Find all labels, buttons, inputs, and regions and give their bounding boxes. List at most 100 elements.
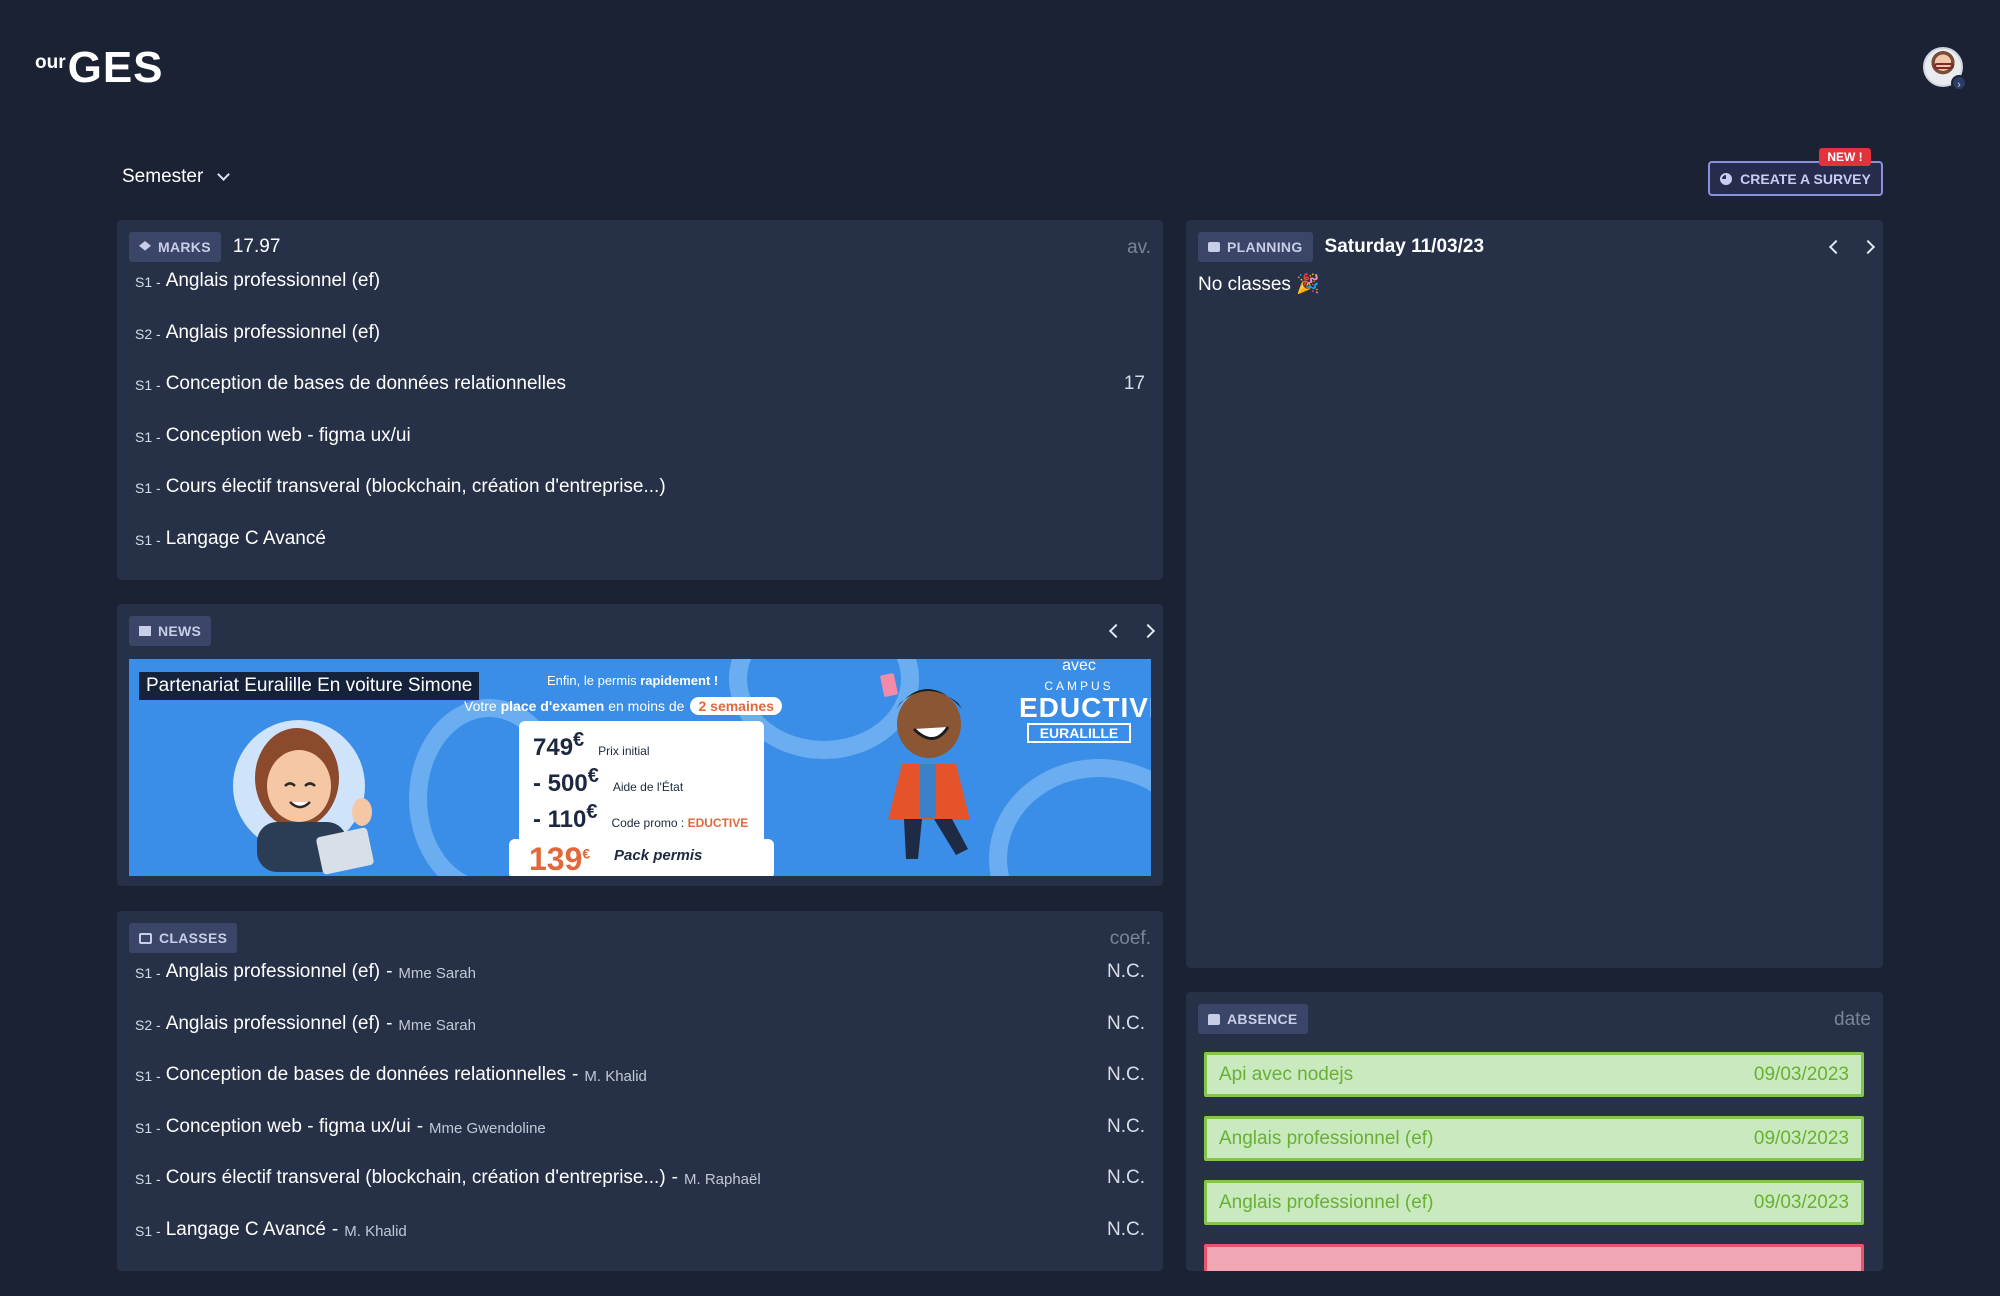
banner-headline-a: Enfin, le permis — [547, 673, 641, 688]
create-survey-label: CREATE A SURVEY — [1740, 170, 1871, 187]
news-header: NEWS — [129, 616, 212, 646]
pack-number: 139 — [529, 841, 583, 876]
pack-label: Pack permis — [614, 847, 703, 864]
mark-semester: S1 - — [135, 274, 161, 290]
eductive-campus: CAMPUS — [1044, 679, 1114, 693]
news-banner[interactable]: Partenariat Euralille En voiture Simone … — [129, 659, 1151, 876]
avatar-menu-icon[interactable]: › — [1951, 75, 1967, 91]
avatar-glasses — [1934, 63, 1954, 69]
classes-tag[interactable]: CLASSES — [129, 923, 238, 953]
planning-card: PLANNING Saturday 11/03/23 No classes 🎉 — [1186, 220, 1883, 968]
calendar-icon — [1208, 242, 1220, 252]
semester-dropdown[interactable]: Semester — [122, 166, 231, 188]
news-tag-label: NEWS — [158, 623, 202, 639]
marks-card: MARKS 17.97 av. S1 - Anglais professionne… — [117, 220, 1163, 580]
class-teacher: Mme Sarah — [398, 1016, 476, 1034]
marks-average: 17.97 — [232, 236, 281, 257]
pack-currency: € — [582, 845, 591, 862]
class-semester: S1 - — [135, 965, 161, 981]
news-pager — [1108, 623, 1156, 639]
price-label: Code promo : — [611, 816, 688, 830]
news-item-title: Partenariat Euralille En voiture Simone — [139, 672, 480, 700]
mark-row[interactable]: S1 - Conception web - figma ux/ui — [135, 425, 1145, 477]
mark-semester: S2 - — [135, 325, 161, 342]
banner-headline: Enfin, le permis rapidement ! — [547, 673, 718, 688]
class-course: Conception web - figma ux/ui — [165, 1115, 411, 1137]
absence-item[interactable]: Anglais professionnel (ef) 09/03/2023 — [1204, 1180, 1864, 1225]
marks-tag[interactable]: MARKS — [129, 232, 221, 262]
absence-course: Anglais professionnel (ef) — [1219, 1191, 1434, 1213]
mark-course: Conception de bases de données relationn… — [165, 373, 567, 394]
chevron-right-icon[interactable] — [1140, 623, 1156, 639]
class-row[interactable]: S1 - Anglais professionnel (ef) - Mme Sarah… — [135, 961, 1145, 1013]
semester-label: Semester — [122, 166, 204, 187]
class-coef: N.C. — [1107, 1115, 1145, 1137]
mark-row[interactable]: S2 - Anglais professionnel (ef) — [135, 322, 1145, 374]
absence-tag[interactable]: ABSENCE — [1198, 1004, 1308, 1034]
class-semester: S1 - — [135, 1222, 161, 1239]
class-row[interactable]: S1 - Conception web - figma ux/ui - Mme Gwe… — [135, 1116, 1145, 1168]
mark-row[interactable]: S1 - Anglais professionnel (ef) — [135, 270, 1145, 322]
absence-item[interactable]: Api avec nodejs 09/03/2023 — [1204, 1052, 1864, 1097]
woman-illustration — [233, 720, 374, 875]
banner-sub-b: place d'examen — [500, 698, 605, 714]
absence-course: Api avec nodejs — [1219, 1063, 1354, 1085]
marks-column-label: av. — [1127, 237, 1151, 258]
class-teacher: M. Raphaël — [683, 1171, 761, 1188]
eductive-city: EURALILLE — [1027, 723, 1131, 743]
class-coef: N.C. — [1107, 1167, 1145, 1188]
class-course: Cours électif transveral (blockchain, cr… — [165, 1167, 666, 1188]
banner-headline-b: rapidement ! — [640, 673, 719, 688]
class-course: Anglais professionnel (ef) — [165, 1012, 381, 1034]
chevron-left-icon[interactable] — [1828, 239, 1844, 255]
price-number: - 110 — [533, 806, 587, 833]
class-semester: S1 - — [135, 1068, 161, 1084]
chevron-right-icon[interactable] — [1860, 239, 1876, 255]
class-row[interactable]: S2 - Anglais professionnel (ef) - Mme Sarah… — [135, 1013, 1145, 1065]
absence-item-late[interactable] — [1204, 1244, 1864, 1271]
mark-semester: S1 - — [135, 480, 161, 496]
banner-pill: 2 semaines — [690, 697, 782, 715]
planning-tag[interactable]: PLANNING — [1198, 232, 1313, 262]
news-tag[interactable]: NEWS — [129, 616, 212, 646]
chevron-left-icon[interactable] — [1108, 623, 1124, 639]
class-row[interactable]: S1 - Cours électif transveral (blockchain… — [135, 1167, 1145, 1219]
mail-icon — [139, 626, 151, 636]
mark-row[interactable]: S1 - Langage C Avancé — [135, 528, 1145, 580]
eductive-logo: avec CAMPUS EDUCTIVE EURALILLE — [1019, 659, 1151, 743]
boy-illustration — [880, 673, 970, 859]
mark-course: Anglais professionnel (ef) — [165, 321, 381, 343]
classes-tag-label: CLASSES — [159, 930, 228, 946]
mark-course: Anglais professionnel (ef) — [165, 270, 381, 291]
price-label: Aide de l'État — [612, 780, 684, 794]
board-icon — [139, 932, 152, 944]
planning-pager — [1828, 239, 1876, 255]
price-number: 749 — [533, 734, 574, 761]
create-survey-button[interactable]: CREATE A SURVEY — [1708, 161, 1883, 196]
graduation-cap-icon — [139, 241, 151, 251]
marks-tag-label: MARKS — [158, 239, 211, 255]
absence-tag-label: ABSENCE — [1227, 1011, 1298, 1027]
mark-row[interactable]: S1 - Conception de bases de données relat… — [135, 373, 1145, 425]
absence-card: ABSENCE date Api avec nodejs 09/03/2023 … — [1186, 992, 1883, 1271]
price-currency: € — [586, 801, 598, 823]
marks-list: S1 - Anglais professionnel (ef) S2 - Angla… — [135, 270, 1145, 579]
class-row[interactable]: S1 - Conception de bases de données relat… — [135, 1064, 1145, 1116]
classes-card: CLASSES coef. S1 - Anglais professionnel … — [117, 911, 1163, 1271]
mark-row[interactable]: S1 - Cours électif transveral (blockchain… — [135, 476, 1145, 528]
absence-header: ABSENCE — [1198, 1004, 1308, 1034]
price-number: - 500 — [533, 770, 588, 797]
mark-semester: S1 - — [135, 377, 161, 393]
banner-subline: Votre place d'examen en moins de 2 semai… — [464, 697, 782, 715]
class-row[interactable]: S1 - Langage C Avancé - M. Khalid N.C. — [135, 1219, 1145, 1271]
classes-list: S1 - Anglais professionnel (ef) - Mme Sarah… — [135, 961, 1145, 1270]
class-coef: N.C. — [1107, 1064, 1145, 1085]
banner-sub-c: en moins de — [604, 698, 685, 714]
user-avatar[interactable]: › — [1923, 47, 1967, 91]
class-teacher: M. Khalid — [344, 1222, 407, 1240]
mark-course: Cours électif transveral (blockchain, cr… — [165, 476, 666, 497]
app-logo[interactable]: our GES — [35, 44, 164, 92]
price-currency: € — [573, 729, 585, 751]
absence-item[interactable]: Anglais professionnel (ef) 09/03/2023 — [1204, 1116, 1864, 1161]
price-line: - 500€ Aide de l'État — [533, 765, 683, 798]
